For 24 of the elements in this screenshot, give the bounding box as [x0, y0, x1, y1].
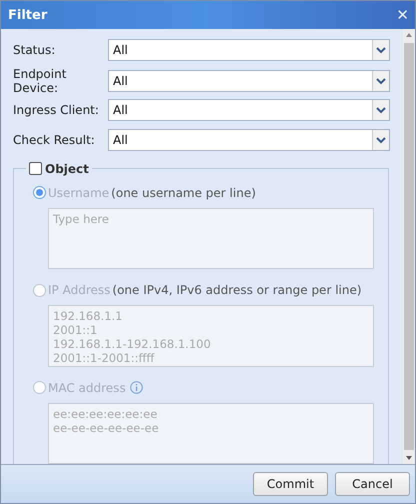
dropdown[interactable]: All — [108, 129, 390, 152]
dropdown[interactable]: All — [108, 70, 390, 92]
field-label: Ingress Client: — [13, 103, 100, 118]
field-label: Check Result: — [13, 133, 96, 148]
option-hint: (one IPv4, IPv6 address or range per line) — [112, 283, 362, 298]
object-checkbox[interactable] — [29, 162, 42, 176]
dialog-button[interactable]: Cancel — [335, 472, 410, 496]
close-button[interactable]: ✕ — [396, 6, 409, 24]
dropdown[interactable]: All — [108, 99, 390, 122]
field-label: Endpoint Device: — [13, 67, 68, 95]
field-label: Status: — [13, 42, 56, 56]
dropdown[interactable]: All — [108, 38, 390, 60]
chevron-down-icon — [372, 40, 389, 60]
option-hint: (one username per line) — [111, 186, 256, 200]
chevron-down-icon — [372, 71, 389, 91]
option-label: Username — [48, 186, 110, 200]
chevron-down-icon — [372, 100, 389, 120]
option-label: IP Address — [48, 283, 110, 298]
dialog-button[interactable]: Commit — [253, 472, 328, 496]
chevron-down-icon — [372, 130, 389, 150]
window-title: Filter — [8, 8, 48, 22]
scrollbar[interactable] — [403, 29, 415, 464]
option-label: MAC address — [48, 380, 126, 395]
object-label: Object — [45, 162, 89, 176]
